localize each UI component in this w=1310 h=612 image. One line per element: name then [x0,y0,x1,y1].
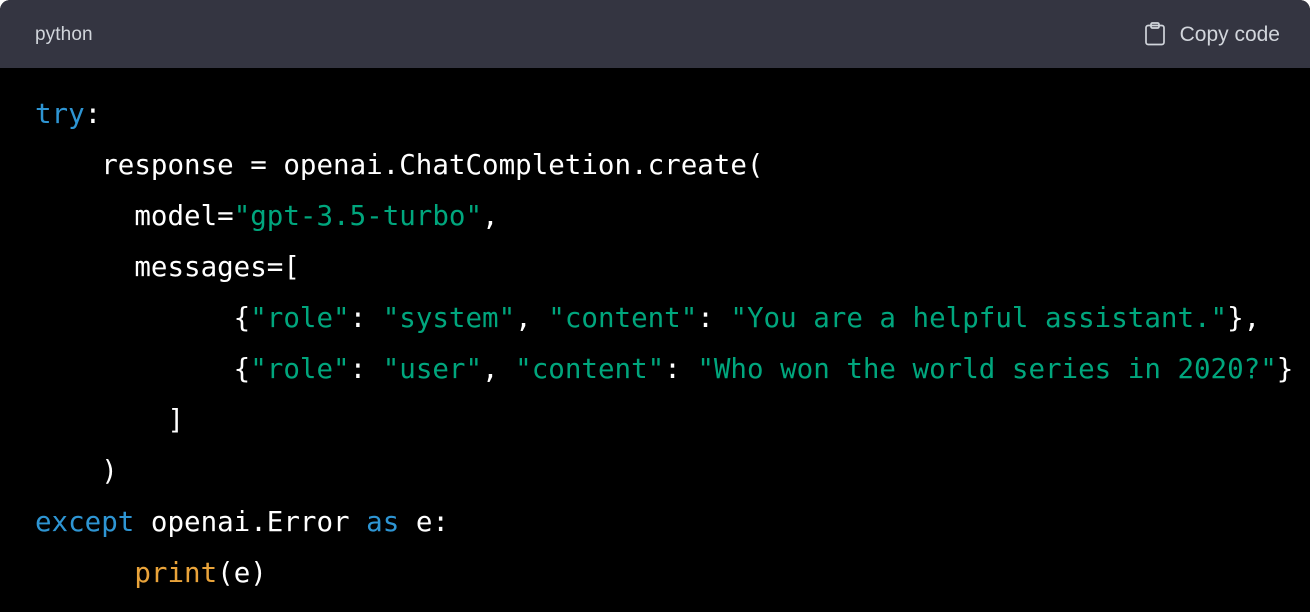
code-token: "content" [548,302,698,334]
code-line: print(e) [35,557,267,589]
copy-code-button[interactable]: Copy code [1141,17,1282,51]
code-lines: try: response = openai.ChatCompletion.cr… [35,98,1293,589]
code-line: ) [35,455,118,487]
code-token: model= [35,200,234,232]
code-line: ] [35,404,184,436]
code-token: try [35,98,85,130]
code-token: : [84,98,102,130]
code-token: , [482,200,499,232]
code-token: { [35,302,251,334]
copy-code-label: Copy code [1179,22,1280,46]
code-token: }, [1227,302,1261,334]
code-token: : [349,302,383,334]
code-token: (e) [217,557,267,589]
code-token: "system" [382,302,516,334]
code-token: print [134,557,218,589]
code-block-header: python Copy code [0,0,1310,68]
code-language-label: python [35,23,93,45]
code-line: except openai.Error as e: [35,506,449,538]
code-token: as [366,506,400,538]
code-token: , [482,353,516,385]
code-line: model="gpt-3.5-turbo", [35,200,499,232]
code-token: "Who won the world series in 2020?" [697,353,1277,385]
code-token: ] [35,404,185,436]
code-token: { [35,353,251,385]
code-line: messages=[ [35,251,300,283]
code-token: "content" [515,353,665,385]
code-token: "gpt-3.5-turbo" [233,200,483,232]
code-token: ) [35,455,118,487]
code-token: except [35,506,135,538]
code-token: "user" [382,353,483,385]
code-token: : [349,353,383,385]
code-token: "role" [250,353,350,385]
code-line: {"role": "user", "content": "Who won the… [35,353,1294,385]
clipboard-icon [1143,21,1167,47]
code-content: try: response = openai.ChatCompletion.cr… [0,90,1310,600]
code-token: : [664,353,698,385]
code-line: response = openai.ChatCompletion.create( [35,149,763,181]
code-block: python Copy code try: response = openai.… [0,0,1310,612]
code-token: messages=[ [35,251,300,283]
code-line: try: [35,98,101,130]
code-token: "role" [250,302,350,334]
code-token: response = openai.ChatCompletion.create( [35,149,764,181]
code-scroll-area[interactable]: try: response = openai.ChatCompletion.cr… [0,68,1310,612]
code-token: openai.Error [134,506,367,538]
code-token: : [697,302,731,334]
code-token: , [515,302,549,334]
code-token: } [1276,353,1294,385]
code-token: e: [399,506,449,538]
code-line: {"role": "system", "content": "You are a… [35,302,1261,334]
code-token: "You are a helpful assistant." [730,302,1228,334]
